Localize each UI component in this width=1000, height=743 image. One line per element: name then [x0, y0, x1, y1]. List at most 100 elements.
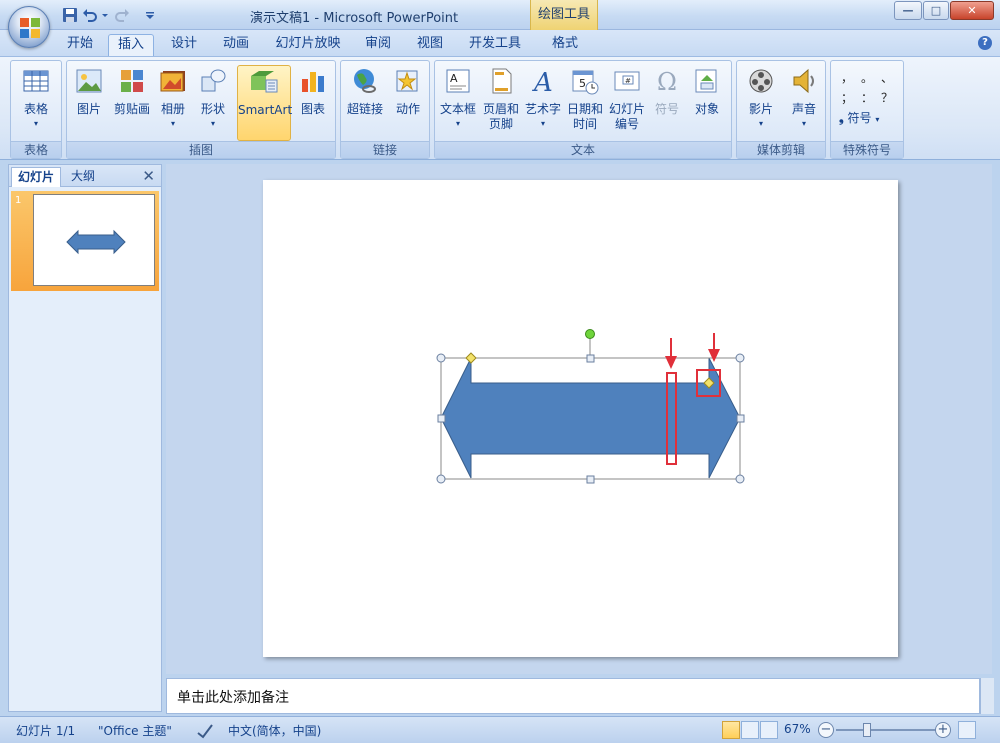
slides-pane-tabs: 幻灯片 大纲 ✕	[9, 165, 161, 187]
slide-thumbnail[interactable]	[33, 194, 155, 286]
zoom-slider[interactable]	[836, 729, 936, 731]
photo-album-icon	[160, 71, 185, 92]
resize-handle-bottom-right[interactable]	[735, 474, 745, 484]
tab-slideshow[interactable]: 幻灯片放映	[268, 34, 348, 56]
zoom-in-button[interactable]: +	[935, 722, 951, 738]
wordart-button[interactable]: A 艺术字 ▾	[523, 65, 563, 141]
clipart-label: 剪贴画	[113, 102, 150, 116]
slide-canvas[interactable]	[263, 180, 898, 657]
window-title: 演示文稿1 - Microsoft PowerPoint	[250, 11, 459, 26]
slide-number-button[interactable]: # 幻灯片 编号	[607, 65, 647, 141]
svg-text:A: A	[532, 68, 553, 95]
wordart-label: 艺术字	[524, 102, 561, 116]
group-tables-label: 表格	[11, 141, 61, 158]
rotation-handle[interactable]	[585, 329, 595, 339]
resize-handle-top-right[interactable]	[735, 353, 745, 363]
tab-animations[interactable]: 动画	[214, 34, 258, 56]
customize-qat-icon[interactable]	[144, 7, 156, 23]
chart-icon	[302, 72, 324, 92]
help-icon[interactable]: ?	[978, 36, 992, 50]
special-char-enum-comma[interactable]: 、	[881, 69, 893, 86]
resize-handle-left[interactable]	[437, 414, 446, 423]
resize-handle-bottom[interactable]	[586, 475, 595, 484]
slide-number-label-line2: 编号	[614, 117, 639, 131]
normal-view-button[interactable]	[722, 721, 740, 739]
object-button[interactable]: 对象	[687, 65, 727, 141]
action-star-icon	[396, 70, 418, 92]
clipart-button[interactable]: 剪贴画	[111, 65, 153, 141]
notes-pane[interactable]: 单击此处添加备注	[166, 678, 980, 714]
hyperlink-button[interactable]: 超链接	[343, 65, 387, 141]
redo-icon[interactable]	[114, 7, 130, 23]
picture-label: 图片	[76, 102, 101, 116]
sound-button[interactable]: 声音 ▾	[785, 65, 823, 141]
special-char-semicolon[interactable]: ；	[841, 89, 853, 106]
resize-handle-top-left[interactable]	[436, 353, 446, 363]
special-char-colon[interactable]: ：	[861, 89, 873, 106]
symbol-button[interactable]: Ω 符号	[649, 65, 685, 141]
tab-review[interactable]: 审阅	[356, 34, 400, 56]
group-media: 影片 ▾ 声音 ▾ 媒体剪辑	[736, 60, 826, 159]
ribbon-tabs: 开始 插入 设计 动画 幻灯片放映 审阅 视图 开发工具 格式 ?	[0, 30, 1000, 56]
textbox-button[interactable]: A 文本框 ▾	[437, 65, 479, 141]
datetime-button[interactable]: 5 日期和 时间	[565, 65, 605, 141]
album-button[interactable]: 相册 ▾	[155, 65, 191, 141]
group-media-label: 媒体剪辑	[737, 141, 825, 158]
minimize-button[interactable]: —	[894, 1, 922, 20]
zoom-level[interactable]: 67%	[784, 722, 811, 736]
shapes-icon	[201, 69, 226, 92]
special-char-period[interactable]: 。	[861, 69, 873, 86]
action-button[interactable]: 动作	[389, 65, 427, 141]
tab-outline[interactable]: 大纲	[65, 167, 101, 187]
language-indicator[interactable]: 中文(简体，中国)	[228, 722, 321, 739]
resize-handle-bottom-left[interactable]	[436, 474, 446, 484]
spell-check-icon[interactable]	[196, 721, 214, 739]
chart-button[interactable]: 图表	[293, 65, 333, 141]
left-right-arrow-shape[interactable]	[440, 357, 741, 479]
wordart-icon: A	[532, 68, 553, 95]
zoom-slider-thumb[interactable]	[863, 723, 871, 737]
zoom-out-button[interactable]: −	[818, 722, 834, 738]
notes-scrollbar[interactable]	[980, 678, 994, 714]
close-pane-icon[interactable]: ✕	[142, 167, 155, 185]
movie-button[interactable]: 影片 ▾	[739, 65, 783, 141]
table-button[interactable]: 表格 ▾	[13, 65, 59, 141]
special-symbol-mark-icon: ❟	[839, 111, 844, 125]
office-button[interactable]	[8, 6, 50, 48]
tab-view[interactable]: 视图	[408, 34, 452, 56]
album-label: 相册	[160, 102, 185, 116]
fit-to-window-button[interactable]	[958, 721, 976, 739]
header-footer-button[interactable]: 页眉和 页脚	[481, 65, 521, 141]
group-text-label: 文本	[435, 141, 731, 158]
slide-sorter-view-button[interactable]	[741, 721, 759, 739]
special-char-comma[interactable]: ，	[841, 69, 853, 86]
smartart-button[interactable]: SmartArt	[237, 65, 292, 141]
tab-slides[interactable]: 幻灯片	[11, 167, 62, 187]
maximize-button[interactable]: □	[923, 1, 949, 20]
slide-thumbnail-selected[interactable]: 1	[11, 191, 159, 291]
special-symbol-button[interactable]: ❟ 符号 ▾	[839, 109, 879, 126]
undo-icon[interactable]	[82, 7, 98, 23]
special-char-question[interactable]: ？	[881, 89, 893, 106]
resize-handle-right[interactable]	[736, 414, 745, 423]
tab-design[interactable]: 设计	[162, 34, 206, 56]
slide-number-icon: #	[614, 71, 640, 91]
tab-format[interactable]: 格式	[540, 34, 590, 56]
tab-developer[interactable]: 开发工具	[460, 34, 530, 56]
hyperlink-globe-icon	[354, 69, 376, 93]
wordart-dropdown-icon: ▾	[540, 119, 545, 128]
slideshow-view-button[interactable]	[760, 721, 778, 739]
textbox-label: 文本框	[439, 102, 476, 116]
undo-dropdown-icon[interactable]	[100, 7, 110, 23]
shapes-button[interactable]: 形状 ▾	[193, 65, 233, 141]
adjustment-handle-left[interactable]	[465, 352, 477, 364]
tab-insert[interactable]: 插入	[108, 34, 154, 56]
picture-icon	[76, 69, 102, 93]
title-bar: 演示文稿1 - Microsoft PowerPoint 绘图工具 — □ ✕	[0, 0, 1000, 48]
close-button[interactable]: ✕	[950, 1, 994, 20]
save-icon[interactable]	[62, 7, 78, 23]
tab-home[interactable]: 开始	[58, 34, 102, 56]
picture-button[interactable]: 图片	[69, 65, 109, 141]
group-tables: 表格 ▾ 表格	[10, 60, 62, 159]
resize-handle-top[interactable]	[586, 354, 595, 363]
